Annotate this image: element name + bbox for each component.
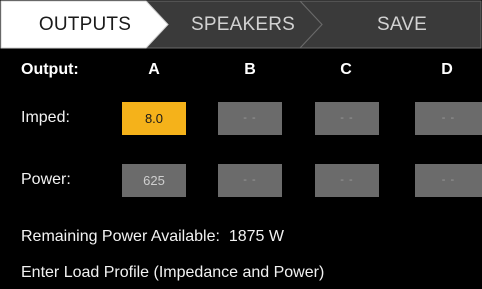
imped-cell-a[interactable]: 8.0: [122, 102, 186, 135]
power-cell-d[interactable]: - -: [415, 164, 482, 197]
power-cell-c[interactable]: - -: [315, 164, 379, 197]
column-header-d: D: [441, 61, 453, 78]
remaining-power-label: Remaining Power Available:: [21, 228, 220, 245]
tab-outputs[interactable]: OUTPUTS: [10, 12, 160, 38]
tab-bar: OUTPUTS SPEAKERS SAVE: [0, 0, 482, 49]
instruction-text: Enter Load Profile (Impedance and Power): [21, 264, 325, 281]
imped-row-label: Imped:: [21, 109, 70, 126]
power-cell-a[interactable]: 625: [122, 164, 186, 197]
power-cell-b[interactable]: - -: [218, 164, 282, 197]
tab-save[interactable]: SAVE: [332, 12, 472, 38]
column-header-a: A: [148, 61, 160, 78]
imped-cell-d[interactable]: - -: [415, 102, 482, 135]
imped-cell-c[interactable]: - -: [315, 102, 379, 135]
power-row-label: Power:: [21, 171, 71, 188]
column-header-b: B: [244, 61, 256, 78]
imped-cell-b[interactable]: - -: [218, 102, 282, 135]
remaining-power-value: 1875 W: [228, 228, 284, 245]
remaining-power-text: Remaining Power Available: 1875 W: [21, 228, 284, 246]
column-header-c: C: [340, 61, 352, 78]
output-header-label: Output:: [21, 61, 79, 78]
tab-speakers[interactable]: SPEAKERS: [172, 12, 314, 38]
